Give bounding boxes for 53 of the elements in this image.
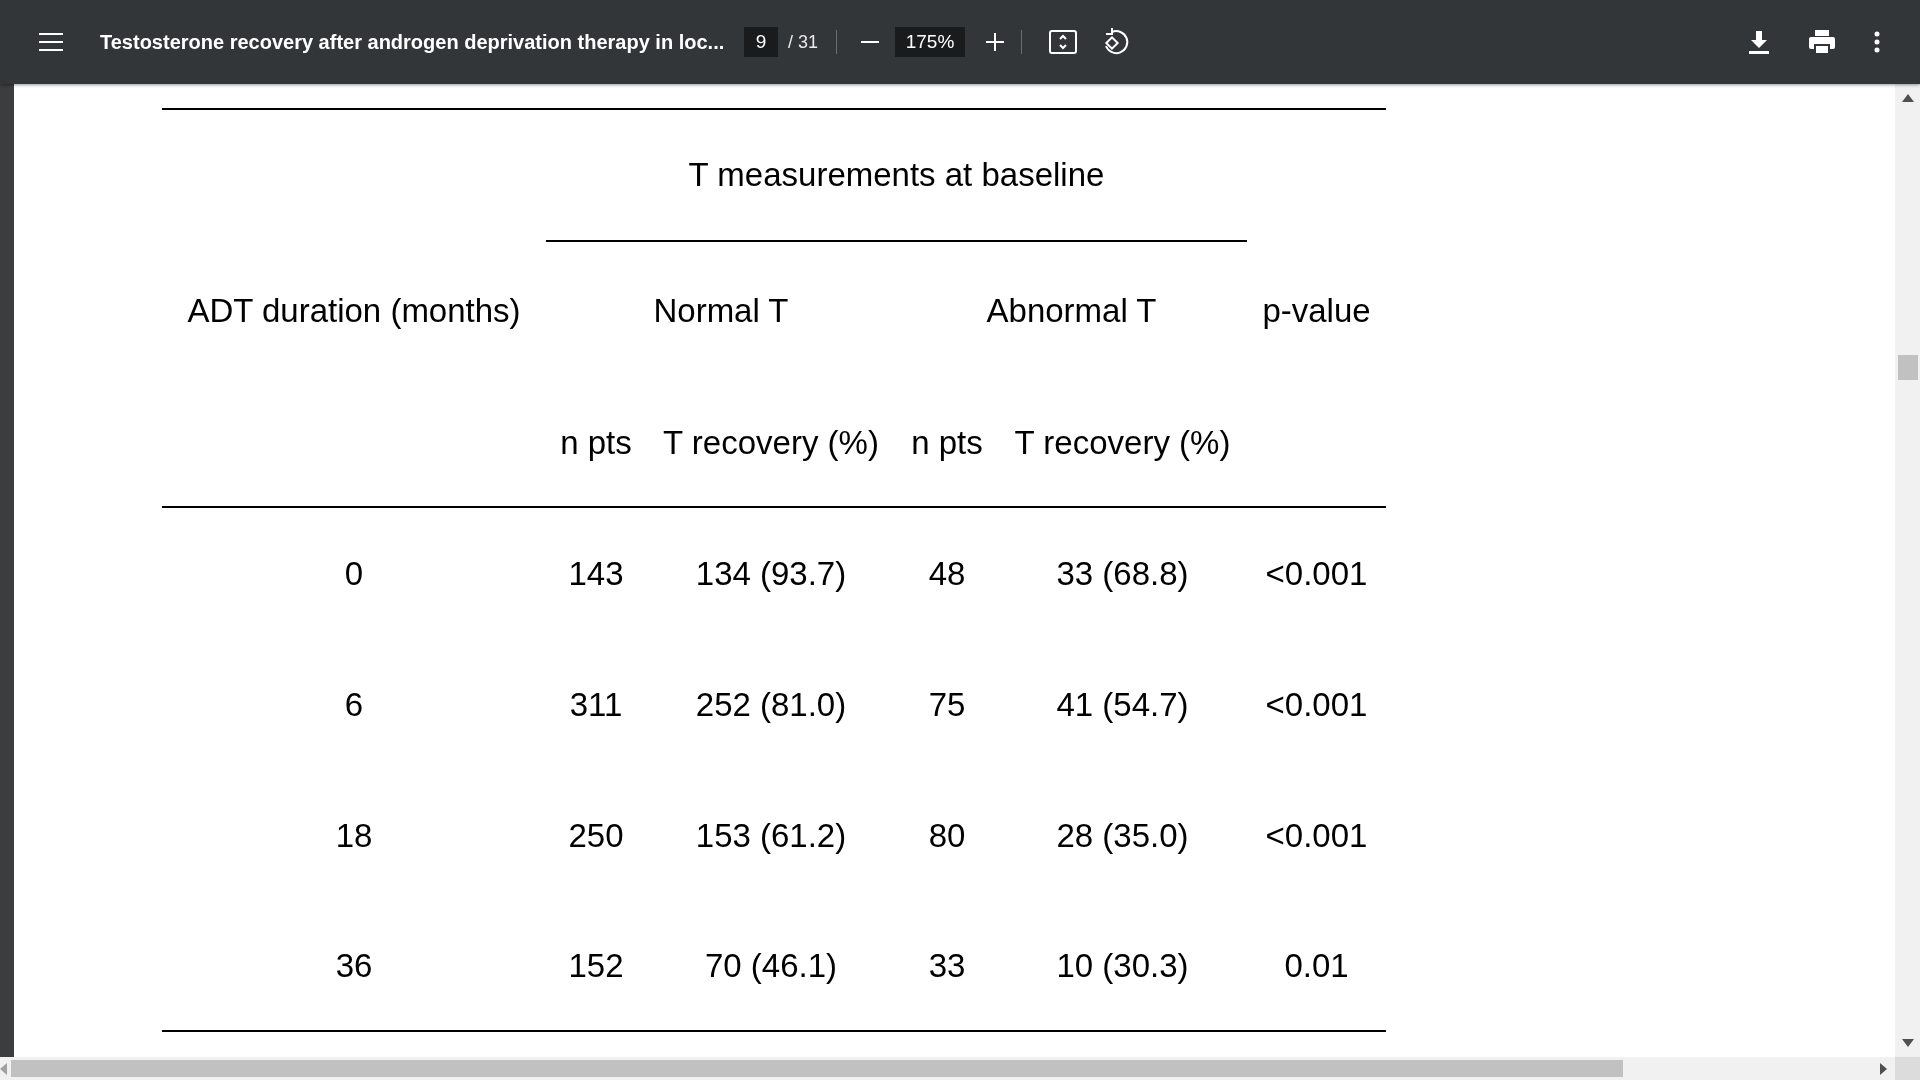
table-cell: <0.001	[1265, 554, 1368, 593]
document-title: Testosterone recovery after androgen deprivation therapy in loc...	[100, 30, 726, 54]
table-cell: 0.01	[1284, 946, 1349, 985]
table-cell: 153 (61.2)	[695, 816, 847, 855]
table-cell: 75	[928, 685, 966, 724]
vertical-scrollbar[interactable]	[1895, 84, 1920, 1057]
table-cell: <0.001	[1265, 816, 1368, 855]
table-cell: 6	[344, 685, 364, 724]
table-cell: 134 (93.7)	[695, 554, 847, 593]
page-number-field[interactable]: 9	[744, 27, 778, 57]
column-header: p-value	[1262, 292, 1371, 330]
more-icon	[1874, 31, 1880, 53]
plus-icon	[985, 32, 1006, 52]
scrollbar-thumb[interactable]	[11, 1060, 1623, 1077]
scrollbar-thumb[interactable]	[1898, 355, 1918, 380]
horizontal-scrollbar[interactable]	[0, 1057, 1895, 1080]
column-header: Normal T	[653, 292, 789, 330]
minus-icon	[861, 41, 880, 43]
table-cell: <0.001	[1265, 685, 1368, 724]
table-cell: 80	[928, 816, 966, 855]
table-cell: 311	[569, 685, 623, 724]
table-cell: 33 (68.8)	[1056, 554, 1189, 593]
column-group-header: T measurements at baseline	[688, 156, 1105, 194]
table-cell: 28 (35.0)	[1056, 816, 1189, 855]
fit-page-icon	[1048, 29, 1079, 55]
scroll-right-icon	[1880, 1063, 1887, 1075]
column-header: Abnormal T	[986, 292, 1157, 330]
table-cell: 18	[335, 816, 373, 855]
column-header: T recovery (%)	[1014, 424, 1231, 462]
scrollbar-corner	[1895, 1057, 1920, 1080]
print-icon	[1808, 29, 1836, 55]
table-cell: 41 (54.7)	[1056, 685, 1189, 724]
table-cell: 33	[928, 946, 966, 985]
table-cell: 10 (30.3)	[1056, 946, 1189, 985]
scroll-down-icon	[1902, 1039, 1914, 1047]
zoom-field[interactable]: 175%	[895, 27, 966, 57]
scroll-up-icon	[1902, 94, 1914, 102]
table-cell: 36	[335, 946, 373, 985]
table-cell: 152	[568, 946, 624, 985]
column-header: n pts	[560, 424, 632, 462]
menu-icon	[38, 32, 64, 52]
scroll-left-icon	[0, 1063, 7, 1075]
table-cell: 250	[568, 816, 624, 855]
table-cell: 70 (46.1)	[704, 946, 838, 985]
table-cell: 252 (81.0)	[695, 685, 847, 724]
column-header: ADT duration (months)	[187, 292, 521, 330]
table-cell: 0	[344, 554, 364, 593]
table-cell: 48	[928, 554, 966, 593]
download-icon	[1748, 30, 1770, 54]
column-header: n pts	[911, 424, 983, 462]
table-cell: 143	[568, 554, 624, 593]
page-count: / 31	[788, 31, 819, 53]
column-header: T recovery (%)	[663, 424, 879, 462]
